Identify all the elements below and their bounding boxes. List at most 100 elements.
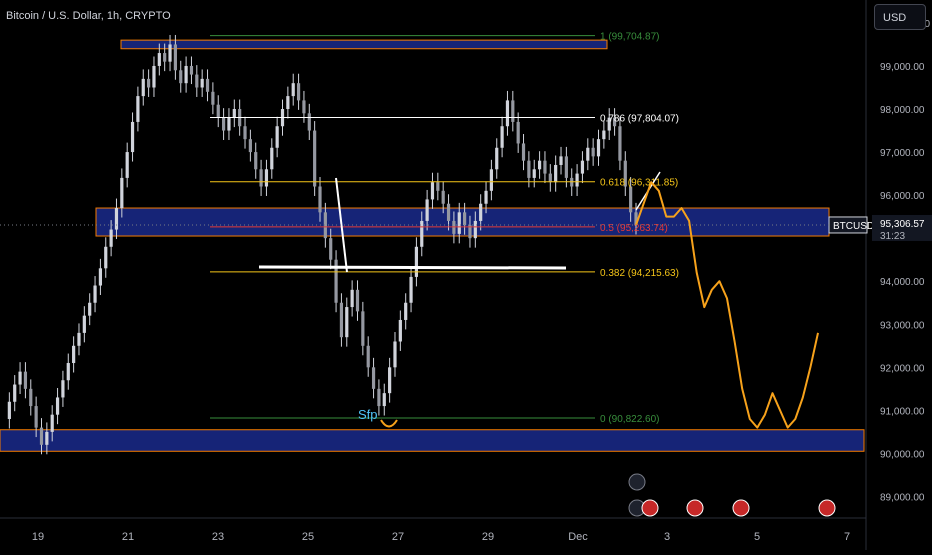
candle-body xyxy=(463,212,467,226)
candle-body xyxy=(243,126,247,140)
last-price: 95,306.57 xyxy=(880,219,925,230)
candle-body xyxy=(189,65,194,75)
candle-body xyxy=(216,104,220,118)
candle-body xyxy=(18,371,22,385)
candle-body xyxy=(211,91,215,105)
x-tick-label: 3 xyxy=(664,531,670,543)
candle-body xyxy=(45,431,49,445)
neckline xyxy=(258,265,567,270)
candle-body xyxy=(248,139,252,153)
candle-body xyxy=(179,70,183,84)
candle-body xyxy=(457,212,461,234)
candle-body xyxy=(559,156,563,165)
candle-body xyxy=(564,156,568,178)
candle-body xyxy=(205,78,210,92)
candle-body xyxy=(254,152,258,170)
y-tick-label: 99,000.00 xyxy=(880,62,925,73)
candle-body xyxy=(264,169,269,187)
candle-body xyxy=(125,152,129,178)
candle-body xyxy=(13,384,17,402)
candle-body xyxy=(591,147,595,157)
candle-body xyxy=(355,289,360,312)
candle-body xyxy=(441,190,445,204)
candle-body xyxy=(61,380,65,398)
candle-body xyxy=(430,182,435,200)
x-tick-label: Dec xyxy=(568,531,588,543)
candle-body xyxy=(618,126,622,161)
candle-body xyxy=(479,203,483,221)
candle-body xyxy=(382,393,386,407)
candle-body xyxy=(72,345,76,364)
chart-background xyxy=(0,0,932,550)
x-tick-label: 23 xyxy=(212,531,224,543)
y-tick-label: 89,000.00 xyxy=(880,492,925,503)
candle-body xyxy=(484,190,488,204)
candle-body xyxy=(227,117,231,131)
lower-zone xyxy=(0,429,865,452)
candle-body xyxy=(377,388,381,407)
x-tick-label: 25 xyxy=(302,531,314,543)
candle-body xyxy=(195,74,199,88)
candle-body xyxy=(200,78,204,88)
upper-zone xyxy=(120,39,608,50)
candle-body xyxy=(259,169,263,187)
candle-body xyxy=(98,268,103,286)
candle-body xyxy=(532,169,536,178)
candle-body xyxy=(55,397,60,415)
candle-body xyxy=(120,177,124,209)
candle-body xyxy=(136,96,140,122)
candle-body xyxy=(39,427,44,445)
candle-body xyxy=(88,302,92,316)
candle-body xyxy=(104,246,108,269)
candle-body xyxy=(23,371,28,389)
y-tick-label: 94,000.00 xyxy=(880,277,925,288)
candle-body xyxy=(82,315,86,333)
candle-body xyxy=(275,126,279,148)
candle-body xyxy=(307,113,311,131)
candle-body xyxy=(629,186,633,213)
y-tick-label: 93,000.00 xyxy=(880,320,925,331)
x-tick-label: 21 xyxy=(122,531,134,543)
event-flag-icon xyxy=(641,499,659,517)
candle-body xyxy=(511,100,515,122)
candle-body xyxy=(270,147,274,170)
candle-body xyxy=(366,345,370,368)
price-chart: 100,000.0099,000.0098,000.0097,000.0096,… xyxy=(0,0,932,550)
candle-body xyxy=(452,220,456,234)
candle-body xyxy=(548,173,552,183)
candle-body xyxy=(398,319,402,342)
currency-button[interactable]: USD xyxy=(874,4,926,30)
fib-label: 0.786 (97,804.07) xyxy=(600,113,679,124)
candle-body xyxy=(66,363,70,381)
candle-body xyxy=(345,307,349,338)
candle-body xyxy=(500,126,504,148)
candle-body xyxy=(436,182,440,191)
x-tick-label: 29 xyxy=(482,531,494,543)
y-tick-label: 92,000.00 xyxy=(880,363,925,374)
candle-body xyxy=(580,160,585,174)
x-tick-label: 27 xyxy=(392,531,404,543)
countdown: 31:23 xyxy=(880,231,905,242)
fib-label: 0.5 (95,263.74) xyxy=(600,223,668,234)
fib-label: 1 (99,704.87) xyxy=(600,32,660,43)
candle-body xyxy=(527,160,531,178)
candle-body xyxy=(537,160,542,170)
candle-body xyxy=(77,332,81,346)
candle-body xyxy=(371,367,376,389)
candle-body xyxy=(425,199,429,221)
candle-body xyxy=(404,302,408,320)
event-flag-icon xyxy=(732,499,750,517)
symbol-label: BTCUSD xyxy=(833,221,874,232)
candle-body xyxy=(152,65,156,88)
fib-label: 0.618 (96,311.85) xyxy=(600,178,678,189)
candle-body xyxy=(505,100,510,127)
candle-body xyxy=(163,53,167,62)
candle-body xyxy=(221,117,226,131)
candle-body xyxy=(554,164,558,183)
y-tick-label: 90,000.00 xyxy=(880,449,925,460)
candle-body xyxy=(361,311,365,346)
y-tick-label: 91,000.00 xyxy=(880,406,925,417)
y-tick-label: 97,000.00 xyxy=(880,148,925,159)
candle-body xyxy=(543,160,547,174)
candle-body xyxy=(130,121,135,153)
